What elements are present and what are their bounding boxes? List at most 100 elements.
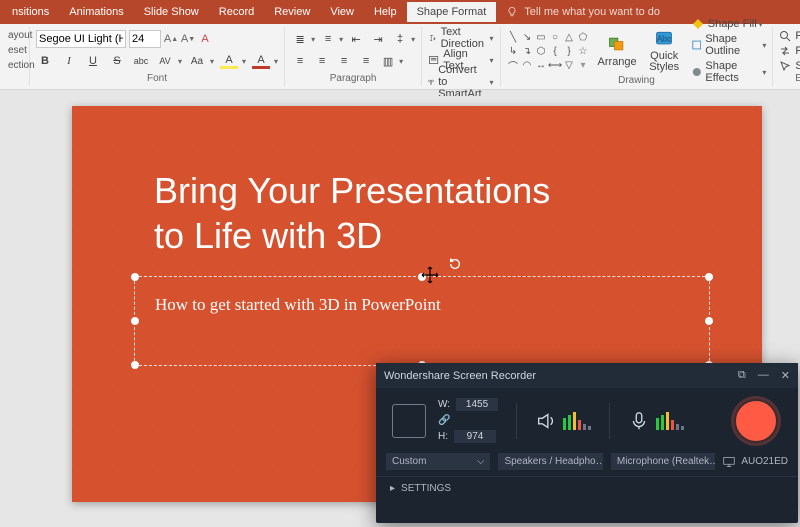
shadow-button[interactable]: abc <box>132 52 150 70</box>
find-button[interactable]: Find <box>779 30 800 42</box>
popout-icon[interactable]: ⧉ <box>738 369 746 382</box>
indent-in-icon[interactable]: ⇥ <box>369 30 387 48</box>
select-button[interactable]: Select▾ <box>779 60 800 72</box>
font-color-button[interactable]: A <box>252 54 270 69</box>
speaker-icon <box>535 410 557 432</box>
char-spacing-button[interactable]: AV <box>156 52 174 70</box>
region-select[interactable]: Custom⌵ <box>386 453 490 470</box>
chevron-down-icon[interactable]: ▾ <box>339 35 343 44</box>
numbering-icon[interactable]: ≡ <box>319 30 337 48</box>
rotate-handle-icon[interactable] <box>448 257 462 271</box>
record-button[interactable] <box>734 399 778 443</box>
chevron-down-icon: ▾ <box>759 20 763 29</box>
mic-toggle[interactable] <box>628 410 684 432</box>
capture-region-icon[interactable] <box>392 404 426 438</box>
bold-button[interactable]: B <box>36 52 54 70</box>
shape-fill-button[interactable]: Shape Fill▾ <box>692 18 767 30</box>
system-audio-toggle[interactable] <box>535 410 591 432</box>
select-label: Select <box>795 60 800 72</box>
chevron-down-icon[interactable]: ▾ <box>210 57 214 66</box>
strike-button[interactable]: S <box>108 52 126 70</box>
height-input[interactable] <box>454 430 496 443</box>
resize-handle[interactable] <box>131 317 139 325</box>
replace-button[interactable]: Replace▾ <box>779 45 800 57</box>
increase-font-icon[interactable]: A▲ <box>164 32 178 46</box>
move-cursor-icon <box>420 265 440 285</box>
resize-handle[interactable] <box>705 273 713 281</box>
chevron-down-icon[interactable]: ▾ <box>311 35 315 44</box>
mic-select[interactable]: Microphone (Realtek…⌵ <box>611 453 715 470</box>
decrease-font-icon[interactable]: A▼ <box>181 32 195 46</box>
width-input[interactable] <box>456 398 498 411</box>
shape-outline-label: Shape Outline <box>705 33 760 57</box>
font-family-select[interactable] <box>36 30 126 48</box>
recorder-settings-toggle[interactable]: ▸ SETTINGS <box>376 476 798 500</box>
lock-aspect-icon[interactable]: 🔗 <box>438 415 450 426</box>
settings-label: SETTINGS <box>401 483 451 494</box>
replace-label: Replace <box>795 45 800 57</box>
quick-styles-button[interactable]: Abc Quick Styles <box>645 29 684 73</box>
convert-smartart-button[interactable]: Convert to SmartArt▾ <box>428 74 493 90</box>
minimize-icon[interactable]: — <box>758 369 769 382</box>
speakers-select[interactable]: Speakers / Headpho…⌵ <box>498 453 602 470</box>
resize-handle[interactable] <box>705 317 713 325</box>
group-label-slides <box>8 84 23 86</box>
tell-me-search[interactable]: Tell me what you want to do <box>506 6 660 18</box>
tab-help[interactable]: Help <box>364 2 407 22</box>
text-direction-button[interactable]: Text Direction▾ <box>428 30 493 46</box>
tab-review[interactable]: Review <box>264 2 320 22</box>
bullets-icon[interactable]: ≣ <box>291 30 309 48</box>
slide-title[interactable]: Bring Your Presentations to Life with 3D <box>154 168 550 258</box>
editing-group: Find Replace▾ Select▾ Editing <box>773 27 800 86</box>
arrange-button[interactable]: Arrange <box>598 34 637 68</box>
slide-subtitle[interactable]: How to get started with 3D in PowerPoint <box>155 295 441 315</box>
indent-out-icon[interactable]: ⇤ <box>347 30 365 48</box>
underline-button[interactable]: U <box>84 52 102 70</box>
outline-icon <box>692 39 701 51</box>
italic-button[interactable]: I <box>60 52 78 70</box>
text-options-group: Text Direction▾ Align Text▾ Convert to S… <box>422 27 500 86</box>
screen-recorder-window[interactable]: Wondershare Screen Recorder ⧉ — ✕ W: 🔗 H… <box>376 363 798 523</box>
chevron-down-icon[interactable]: ▾ <box>399 57 403 66</box>
columns-icon[interactable]: ▥ <box>379 52 397 70</box>
shape-outline-button[interactable]: Shape Outline▾ <box>692 33 767 57</box>
chevron-down-icon[interactable]: ▾ <box>178 57 182 66</box>
quick-styles-label: Quick Styles <box>649 51 679 73</box>
drawing-group: ╲↘▭○△⬠ ↳↴⬡{}☆ ⌒◠↔⟷▽▾ Arrange Abc Quick S… <box>501 27 774 86</box>
shape-fill-label: Shape Fill <box>708 18 757 30</box>
tab-view[interactable]: View <box>320 2 364 22</box>
resize-handle[interactable] <box>131 273 139 281</box>
tab-shape-format[interactable]: Shape Format <box>407 2 497 22</box>
change-case-button[interactable]: Aa <box>188 52 206 70</box>
layout-opt[interactable]: ayout <box>8 30 23 41</box>
display-label: AUO21ED <box>741 456 788 467</box>
justify-icon[interactable]: ≡ <box>357 52 375 70</box>
tab-animations[interactable]: Animations <box>59 2 133 22</box>
tab-record[interactable]: Record <box>209 2 264 22</box>
shapes-gallery[interactable]: ╲↘▭○△⬠ ↳↴⬡{}☆ ⌒◠↔⟷▽▾ <box>507 31 590 72</box>
chevron-down-icon[interactable]: ▾ <box>411 35 415 44</box>
capture-dimensions: W: 🔗 H: <box>438 398 498 443</box>
font-group-label: Font <box>36 73 278 86</box>
clear-format-icon[interactable]: A <box>198 32 212 46</box>
align-center-icon[interactable]: ≡ <box>313 52 331 70</box>
chevron-down-icon[interactable]: ▾ <box>274 57 278 66</box>
chevron-down-icon[interactable]: ▾ <box>242 57 246 66</box>
section-opt[interactable]: ection <box>8 60 23 71</box>
text-direction-icon <box>428 32 436 44</box>
font-size-select[interactable] <box>129 30 161 48</box>
tab-slideshow[interactable]: Slide Show <box>134 2 209 22</box>
resize-handle[interactable] <box>131 361 139 369</box>
recorder-titlebar[interactable]: Wondershare Screen Recorder ⧉ — ✕ <box>376 363 798 388</box>
close-icon[interactable]: ✕ <box>781 369 790 382</box>
reset-opt[interactable]: eset <box>8 45 23 56</box>
region-label: Custom <box>392 456 426 467</box>
display-device[interactable]: AUO21ED <box>723 456 788 468</box>
subtitle-textbox[interactable]: How to get started with 3D in PowerPoint <box>134 276 710 366</box>
tab-transitions[interactable]: nsitions <box>2 2 59 22</box>
highlight-button[interactable]: A <box>220 54 238 69</box>
arrange-icon <box>607 34 627 54</box>
line-spacing-icon[interactable]: ‡ <box>391 30 409 48</box>
align-left-icon[interactable]: ≡ <box>291 52 309 70</box>
align-right-icon[interactable]: ≡ <box>335 52 353 70</box>
